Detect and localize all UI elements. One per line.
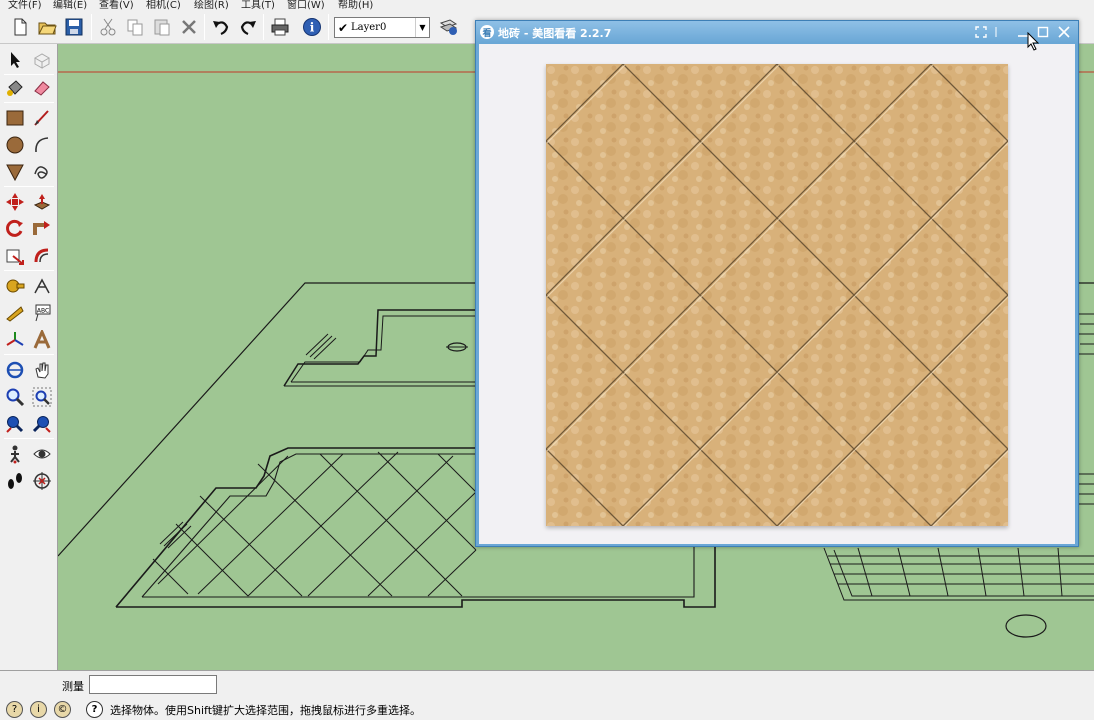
line-icon[interactable] — [30, 106, 54, 130]
copy-icon[interactable] — [123, 15, 147, 39]
floor-tile-image — [546, 64, 1008, 526]
tool-palette: ABC — [0, 44, 58, 670]
3d-text-icon[interactable] — [30, 328, 54, 352]
menu-file[interactable]: 文件(F) — [8, 0, 42, 10]
zoom-window-icon[interactable] — [30, 385, 54, 409]
lower-room-outline — [115, 447, 476, 608]
move-icon[interactable] — [3, 190, 27, 214]
layer-check-icon: ✔ — [337, 20, 349, 35]
close-icon[interactable] — [1055, 23, 1073, 41]
paste-icon[interactable] — [150, 15, 174, 39]
axes-icon[interactable] — [3, 328, 27, 352]
fullscreen-icon[interactable] — [972, 23, 990, 41]
user-icon[interactable]: © — [54, 701, 71, 718]
section-plane-icon[interactable] — [30, 469, 54, 493]
arc-icon[interactable] — [30, 133, 54, 157]
door-steps — [305, 333, 337, 360]
viewer-app-icon: 看 — [480, 25, 494, 39]
scale-icon[interactable] — [3, 244, 27, 268]
upper-room-bottom — [284, 381, 476, 387]
zoom-icon[interactable] — [3, 385, 27, 409]
polygon-icon[interactable] — [3, 160, 27, 184]
layer-manager-icon[interactable] — [436, 15, 460, 39]
new-icon[interactable] — [8, 15, 32, 39]
position-camera-icon[interactable] — [3, 442, 27, 466]
undo-icon[interactable] — [209, 15, 233, 39]
rotate-icon[interactable] — [3, 217, 27, 241]
image-viewer-window: 看 地砖 - 美图看看 2.2.7 — [475, 20, 1079, 547]
help-icon[interactable]: ? — [86, 701, 103, 718]
tape-measure-icon[interactable] — [3, 274, 27, 298]
save-icon[interactable] — [62, 15, 86, 39]
text-icon[interactable]: ABC — [30, 301, 54, 325]
info-icon[interactable]: i — [300, 15, 324, 39]
menu-help[interactable]: 帮助(H) — [338, 0, 373, 10]
lower-tile-grid — [152, 451, 477, 597]
paint-bucket-icon[interactable] — [3, 76, 27, 100]
follow-me-icon[interactable] — [30, 217, 54, 241]
measure-label: 测量 — [62, 680, 84, 693]
select-icon[interactable] — [3, 48, 27, 72]
viewer-title: 地砖 - 美图看看 2.2.7 — [498, 27, 612, 40]
sketchup-window: 文件(F) 编辑(E) 查看(V) 相机(C) 绘图(R) 工具(T) 窗口(W… — [0, 0, 1094, 720]
eraser-icon[interactable] — [30, 76, 54, 100]
menu-camera[interactable]: 相机(C) — [146, 0, 181, 10]
push-pull-icon[interactable] — [30, 190, 54, 214]
erase-icon[interactable] — [177, 15, 201, 39]
menu-window[interactable]: 窗口(W) — [287, 0, 325, 10]
status-bar: ? i © ? 选择物体。使用Shift键扩大选择范围，拖拽鼠标进行多重选择。 — [0, 698, 1094, 720]
geo-location-icon[interactable]: ? — [6, 701, 23, 718]
svg-text:ABC: ABC — [37, 308, 49, 315]
status-text: 选择物体。使用Shift键扩大选择范围，拖拽鼠标进行多重选择。 — [110, 704, 422, 717]
walk-icon[interactable] — [3, 469, 27, 493]
floor-drain-ellipse — [1005, 614, 1047, 638]
pan-icon[interactable] — [30, 358, 54, 382]
dimension-icon[interactable] — [30, 274, 54, 298]
menu-draw[interactable]: 绘图(R) — [194, 0, 229, 10]
svg-text:i: i — [310, 21, 315, 35]
menu-view[interactable]: 查看(V) — [99, 0, 134, 10]
layer-dropdown[interactable]: ✔ Layer0 ▼ — [334, 17, 430, 38]
layer-name: Layer0 — [351, 22, 387, 33]
mouse-cursor-icon — [1027, 32, 1040, 51]
orbit-icon[interactable] — [3, 358, 27, 382]
print-icon[interactable] — [268, 15, 292, 39]
redo-icon[interactable] — [236, 15, 260, 39]
measurements-bar: 测量 — [0, 670, 1094, 698]
open-icon[interactable] — [35, 15, 59, 39]
freehand-icon[interactable] — [30, 160, 54, 184]
zoom-extents-icon[interactable] — [3, 412, 27, 436]
circle-icon[interactable] — [3, 133, 27, 157]
lower-room-inner — [141, 453, 476, 598]
viewer-canvas[interactable] — [479, 44, 1075, 544]
credits-icon[interactable]: i — [30, 701, 47, 718]
chevron-down-icon[interactable]: ▼ — [415, 18, 429, 37]
menu-bar: 文件(F) 编辑(E) 查看(V) 相机(C) 绘图(R) 工具(T) 窗口(W… — [0, 0, 1094, 10]
previous-view-icon[interactable] — [30, 412, 54, 436]
offset-icon[interactable] — [30, 244, 54, 268]
cut-icon[interactable] — [96, 15, 120, 39]
rectangle-icon[interactable] — [3, 106, 27, 130]
make-component-icon[interactable] — [30, 48, 54, 72]
look-around-icon[interactable] — [30, 442, 54, 466]
titlebar-divider — [993, 23, 999, 41]
viewer-titlebar[interactable]: 看 地砖 - 美图看看 2.2.7 — [476, 21, 1078, 43]
menu-tools[interactable]: 工具(T) — [241, 0, 275, 10]
menu-edit[interactable]: 编辑(E) — [53, 0, 87, 10]
measure-input[interactable] — [89, 675, 217, 694]
protractor-icon[interactable] — [3, 301, 27, 325]
